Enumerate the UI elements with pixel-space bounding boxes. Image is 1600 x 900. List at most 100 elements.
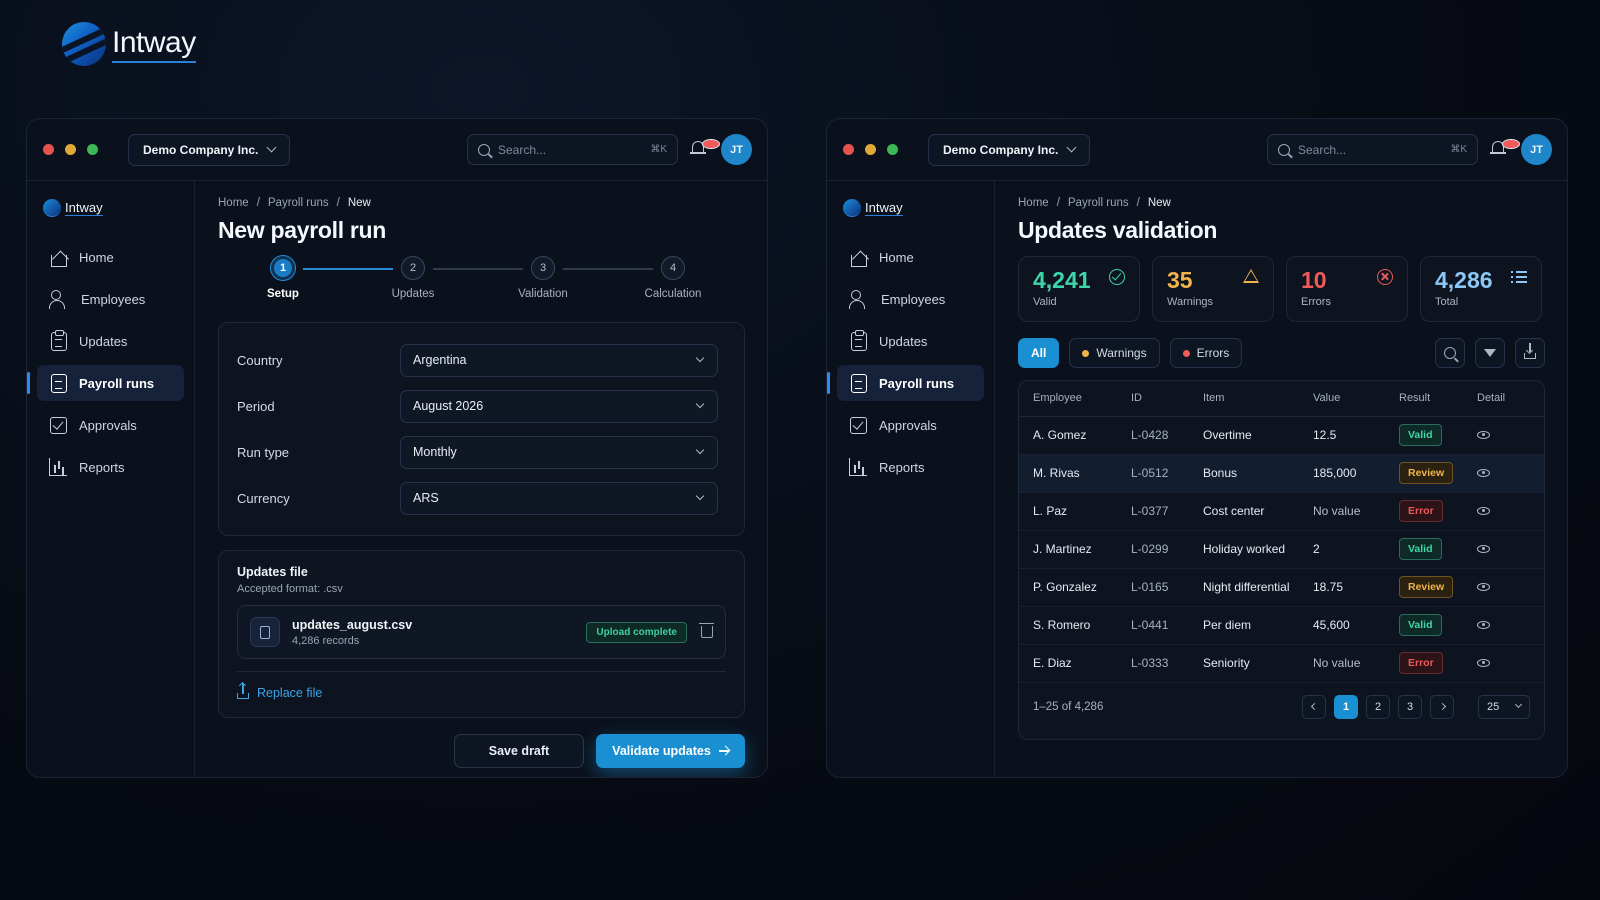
replace-file-link[interactable]: Replace file <box>237 671 726 700</box>
chevron-down-icon <box>695 399 705 409</box>
trash-icon[interactable] <box>699 623 714 638</box>
filter-warnings[interactable]: Warnings <box>1069 338 1160 368</box>
replace-file-label: Replace file <box>257 686 323 700</box>
sidebar-item-label: Employees <box>881 291 946 307</box>
currency-select[interactable]: ARS <box>400 481 718 515</box>
validate-updates-label: Validate updates <box>612 744 711 758</box>
search-icon <box>1444 347 1456 359</box>
eye-icon[interactable] <box>1477 545 1490 553</box>
cell-item: Overtime <box>1189 416 1299 455</box>
maximize-window-button[interactable] <box>87 144 98 155</box>
table-row[interactable]: P. Gonzalez L-0165 Night differential 18… <box>1019 568 1544 607</box>
warnings-label: Warnings <box>1167 296 1214 308</box>
cell-detail <box>1463 530 1544 569</box>
sidebar-item-reports[interactable]: Reports <box>837 449 984 485</box>
page-button[interactable]: 2 <box>1366 694 1390 719</box>
cell-id: L-0377 <box>1117 492 1189 531</box>
user-avatar[interactable]: JT <box>721 134 752 165</box>
table-row[interactable]: J. Martinez L-0299 Holiday worked 2 Vali… <box>1019 530 1544 569</box>
page-button[interactable]: 3 <box>1398 694 1422 719</box>
prev-page-button[interactable] <box>1302 694 1326 719</box>
rows-per-page-select[interactable]: 25 <box>1478 694 1530 719</box>
uploaded-file: updates_august.csv 4,286 records Upload … <box>237 605 726 659</box>
eye-icon[interactable] <box>1477 659 1490 667</box>
breadcrumb-payroll-runs[interactable]: Payroll runs <box>268 197 329 209</box>
table-row[interactable]: A. Gomez L-0428 Overtime 12.5 Valid <box>1019 416 1544 455</box>
page-button[interactable]: 1 <box>1334 694 1358 719</box>
filter-errors[interactable]: Errors <box>1169 338 1243 368</box>
currency-row: Currency ARS <box>237 475 726 521</box>
search-input[interactable]: Search... ⌘K <box>467 134 678 165</box>
table-row[interactable]: S. Romero L-0441 Per diem 45,600 Valid <box>1019 606 1544 645</box>
company-selector[interactable]: Demo Company Inc. <box>928 133 1091 166</box>
breadcrumb-home[interactable]: Home <box>218 197 249 209</box>
table-search-button[interactable] <box>1435 338 1465 368</box>
sidebar-item-payroll-runs[interactable]: Payroll runs <box>827 365 984 401</box>
checkbox-icon <box>850 416 867 434</box>
notifications-bell-icon[interactable] <box>1490 139 1520 157</box>
table-row[interactable]: M. Rivas L-0512 Bonus 185,000 Review <box>1019 454 1544 493</box>
breadcrumb-current: New <box>347 197 371 209</box>
chevron-down-icon <box>695 353 705 363</box>
sidebar: Intway Home Employees Updates Payroll ru… <box>827 181 995 777</box>
breadcrumb-home[interactable]: Home <box>1018 197 1049 209</box>
close-window-button[interactable] <box>43 144 54 155</box>
filter-all[interactable]: All <box>1018 338 1060 368</box>
sidebar-item-home[interactable]: Home <box>37 239 184 275</box>
step-validation[interactable]: 3 Validation <box>498 256 588 300</box>
validate-updates-button[interactable]: Validate updates <box>596 734 745 768</box>
sidebar-item-home[interactable]: Home <box>837 239 984 275</box>
updates-validation-window: Demo Company Inc. Search... ⌘K JT Intway… <box>826 118 1568 778</box>
company-selector[interactable]: Demo Company Inc. <box>128 133 291 166</box>
table-row[interactable]: L. Paz L-0377 Cost center No value Error <box>1019 492 1544 531</box>
step-updates[interactable]: 2 Updates <box>368 256 458 300</box>
search-input[interactable]: Search... ⌘K <box>1267 134 1478 165</box>
download-button[interactable] <box>1515 338 1545 368</box>
page-buttons: 1 2 3 <box>1302 694 1454 719</box>
file-icon <box>250 617 280 647</box>
sidebar-item-approvals[interactable]: Approvals <box>37 407 184 443</box>
sidebar-item-approvals[interactable]: Approvals <box>837 407 984 443</box>
period-select[interactable]: August 2026 <box>400 389 718 423</box>
arrow-right-icon <box>718 750 729 752</box>
eye-icon[interactable] <box>1477 507 1490 515</box>
step-calculation[interactable]: 4 Calculation <box>628 256 718 300</box>
sidebar-item-employees[interactable]: Employees <box>837 281 984 317</box>
step-label: Updates <box>391 288 435 300</box>
run-type-select[interactable]: Monthly <box>400 435 718 469</box>
minimize-window-button[interactable] <box>865 144 876 155</box>
sidebar-item-updates[interactable]: Updates <box>837 323 984 359</box>
eye-icon[interactable] <box>1477 621 1490 629</box>
next-page-button[interactable] <box>1430 694 1454 719</box>
status-badge: Review <box>1399 462 1454 484</box>
close-window-button[interactable] <box>843 144 854 155</box>
country-select[interactable]: Argentina <box>400 343 718 377</box>
maximize-window-button[interactable] <box>887 144 898 155</box>
cell-id: L-0512 <box>1117 454 1189 493</box>
bar-chart-icon <box>49 458 67 476</box>
cell-item: Cost center <box>1189 492 1299 531</box>
eye-icon[interactable] <box>1477 469 1490 477</box>
errors-label: Errors <box>1301 296 1331 308</box>
breadcrumb: Home / Payroll runs / New <box>1018 197 1545 209</box>
breadcrumb-separator: / <box>1136 197 1140 209</box>
minimize-window-button[interactable] <box>65 144 76 155</box>
sidebar-item-payroll-runs[interactable]: Payroll runs <box>27 365 184 401</box>
sidebar-item-updates[interactable]: Updates <box>37 323 184 359</box>
search-shortcut: ⌘K <box>650 144 667 155</box>
table-header-row: Employee ID Item Value Result Detail <box>1019 381 1544 417</box>
save-draft-button[interactable]: Save draft <box>454 734 584 768</box>
sidebar-item-reports[interactable]: Reports <box>37 449 184 485</box>
total-stat-card: 4,286 Total <box>1420 256 1542 322</box>
filter-button[interactable] <box>1475 338 1505 368</box>
user-avatar[interactable]: JT <box>1521 134 1552 165</box>
cell-value: 2 <box>1299 530 1385 569</box>
step-setup[interactable]: 1 Setup <box>238 256 328 300</box>
table-row[interactable]: E. Diaz L-0333 Seniority No value Error <box>1019 644 1544 683</box>
sidebar-item-employees[interactable]: Employees <box>37 281 184 317</box>
eye-icon[interactable] <box>1477 583 1490 591</box>
eye-icon[interactable] <box>1477 431 1490 439</box>
notifications-bell-icon[interactable] <box>690 139 720 157</box>
cell-detail <box>1463 568 1544 607</box>
breadcrumb-payroll-runs[interactable]: Payroll runs <box>1068 197 1129 209</box>
